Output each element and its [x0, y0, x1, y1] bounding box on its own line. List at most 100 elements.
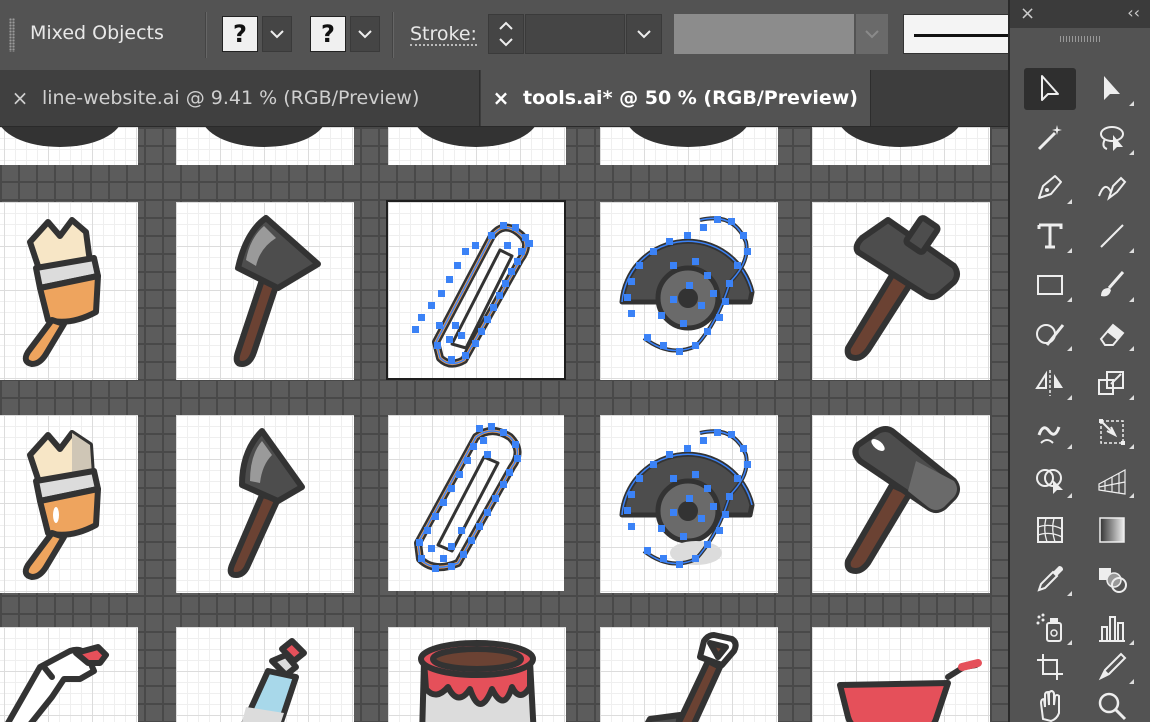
shaper-icon	[1036, 324, 1065, 346]
artboard[interactable]	[812, 627, 990, 722]
lasso-icon	[1100, 126, 1124, 151]
eyedropper-tool[interactable]	[1024, 558, 1076, 600]
chevron-down-icon	[865, 30, 879, 39]
chevron-down-icon	[358, 30, 372, 39]
eraser-tool[interactable]	[1086, 313, 1138, 355]
curvature-pen-icon	[1098, 176, 1127, 201]
slice-tool[interactable]	[1086, 646, 1138, 688]
brush-definition[interactable]	[903, 14, 1014, 54]
shaper-tool[interactable]	[1024, 313, 1076, 355]
rectangle-icon	[1037, 275, 1063, 295]
paintbrush-tool-icon	[1101, 271, 1125, 297]
mesh-icon	[1037, 517, 1063, 543]
artboard[interactable]	[600, 202, 778, 380]
warp-tool[interactable]	[1024, 411, 1076, 453]
perspective-grid-tool[interactable]	[1086, 460, 1138, 502]
selection-type-label: Mixed Objects	[30, 22, 164, 44]
artboard[interactable]	[176, 627, 354, 722]
close-tab-icon[interactable]: ×	[10, 86, 30, 110]
artboard[interactable]	[176, 415, 354, 593]
variable-width-profile[interactable]	[674, 14, 854, 54]
hand-tool[interactable]	[1024, 690, 1076, 722]
control-bar-grip[interactable]	[9, 18, 15, 52]
artboard[interactable]	[0, 127, 138, 165]
artboard[interactable]	[600, 127, 778, 165]
artboard[interactable]	[388, 415, 564, 591]
zoom-tool[interactable]	[1086, 690, 1138, 722]
magic-wand-tool[interactable]	[1024, 117, 1076, 159]
stroke-weight-dropdown[interactable]	[626, 14, 662, 54]
artboard[interactable]	[176, 202, 354, 380]
stroke-dropdown-button[interactable]	[350, 16, 380, 52]
selection-tool[interactable]	[1024, 68, 1076, 110]
paintbrush-icon	[22, 430, 101, 580]
scale-icon	[1098, 371, 1124, 395]
scale-tool[interactable]	[1086, 362, 1138, 404]
stroke-label[interactable]: Stroke:	[410, 24, 477, 46]
tools-panel-header: × ‹‹	[1010, 0, 1150, 28]
shape-builder-icon	[1036, 469, 1063, 494]
warp-icon	[1037, 426, 1061, 444]
direct-selection-tool[interactable]	[1086, 68, 1138, 110]
reflect-tool[interactable]	[1024, 362, 1076, 404]
saw-blade-icon-selected	[619, 429, 755, 568]
artboard[interactable]	[600, 627, 778, 722]
control-bar: Mixed Objects ? ? Stroke:	[0, 0, 1014, 71]
fill-swatch[interactable]: ?	[222, 16, 258, 52]
line-segment-tool[interactable]	[1086, 215, 1138, 257]
free-transform-tool[interactable]	[1086, 411, 1138, 453]
close-panel-icon[interactable]: ×	[1020, 3, 1035, 24]
gradient-icon	[1099, 517, 1125, 543]
stroke-weight-input[interactable]	[525, 14, 625, 54]
artboard[interactable]	[812, 415, 990, 593]
canvas[interactable]	[0, 127, 1008, 722]
paintbrush-icon	[22, 217, 101, 367]
type-tool[interactable]	[1024, 215, 1076, 257]
stroke-weight-stepper[interactable]	[488, 14, 524, 54]
type-t-icon	[1037, 223, 1063, 249]
artboard[interactable]	[0, 202, 138, 380]
mesh-tool[interactable]	[1024, 509, 1076, 551]
artboard[interactable]	[812, 127, 990, 165]
symbol-sprayer-icon	[1036, 613, 1062, 642]
divider	[205, 12, 207, 58]
artboard-tool[interactable]	[1024, 646, 1076, 688]
magic-wand-icon	[1037, 125, 1062, 151]
panel-grip[interactable]	[1060, 36, 1100, 42]
lasso-tool[interactable]	[1086, 117, 1138, 159]
variable-width-dropdown[interactable]	[856, 14, 888, 54]
artboard[interactable]	[388, 627, 566, 722]
hacksaw-icon-selected	[412, 222, 533, 368]
document-tab[interactable]: × line-website.ai @ 9.41 % (RGB/Preview)	[0, 70, 480, 126]
perspective-grid-icon	[1098, 468, 1126, 495]
artboard[interactable]	[0, 415, 138, 593]
chevron-down-icon	[637, 30, 651, 39]
artboard[interactable]	[0, 627, 138, 722]
fill-dropdown-button[interactable]	[262, 16, 292, 52]
artboard[interactable]	[176, 127, 354, 165]
close-tab-icon[interactable]: ×	[491, 86, 511, 110]
artboard[interactable]	[388, 127, 566, 165]
tab-label: tools.ai* @ 50 % (RGB/Preview)	[523, 87, 858, 109]
shovel-icon	[644, 632, 739, 722]
shape-builder-tool[interactable]	[1024, 460, 1076, 502]
divider	[392, 12, 394, 58]
stroke-swatch[interactable]: ?	[310, 16, 346, 52]
collapse-panel-icon[interactable]: ‹‹	[1127, 3, 1140, 22]
stepper-arrows-icon	[499, 21, 513, 47]
rectangle-tool[interactable]	[1024, 264, 1076, 306]
paintbrush-tool[interactable]	[1086, 264, 1138, 306]
blend-tool[interactable]	[1086, 558, 1138, 600]
pen-tool[interactable]	[1024, 166, 1076, 208]
document-tab-active[interactable]: × tools.ai* @ 50 % (RGB/Preview)	[481, 70, 871, 126]
column-graph-tool[interactable]	[1086, 607, 1138, 649]
artboard-selected[interactable]	[386, 200, 566, 380]
gradient-tool[interactable]	[1086, 509, 1138, 551]
eraser-icon	[1099, 323, 1125, 346]
eyedropper-icon	[1037, 566, 1063, 592]
artboard[interactable]	[600, 415, 778, 593]
artboard[interactable]	[812, 202, 990, 380]
hammer-icon	[844, 215, 960, 361]
curvature-tool[interactable]	[1086, 166, 1138, 208]
symbol-sprayer-tool[interactable]	[1024, 607, 1076, 649]
